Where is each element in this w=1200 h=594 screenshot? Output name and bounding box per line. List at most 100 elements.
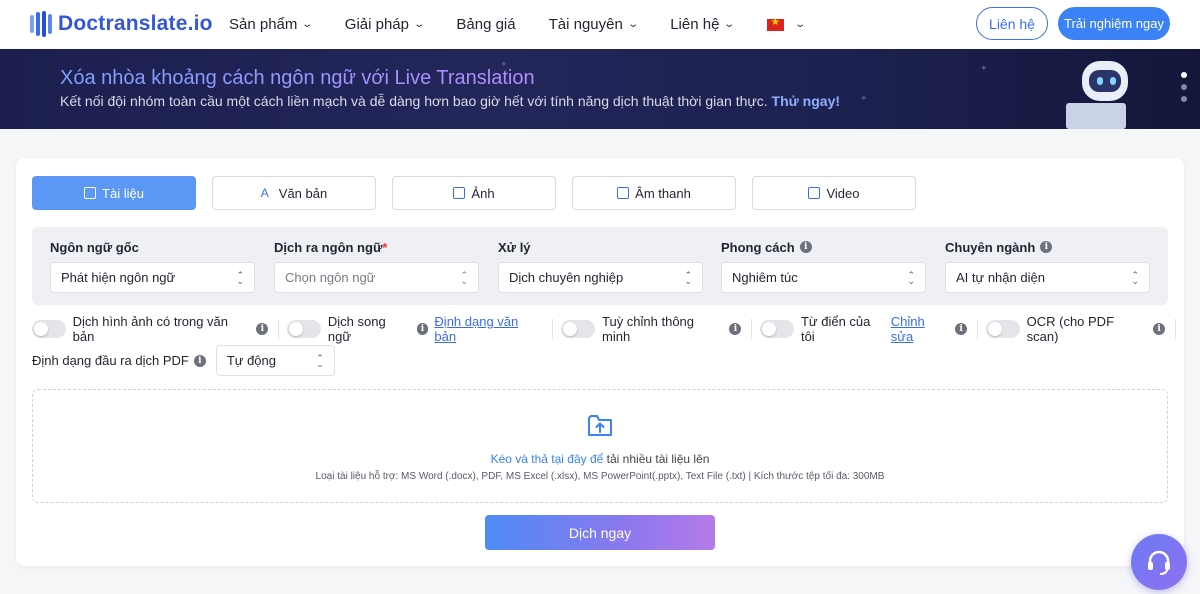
carousel-dot[interactable] — [1181, 96, 1187, 102]
toggle-label-text: Từ điển của tôi — [800, 314, 871, 344]
supported-formats: Loại tài liệu hỗ trợ: MS Word (.docx), P… — [315, 471, 885, 482]
processing-select[interactable]: Dịch chuyên nghiệp ⌃ ⌄ — [498, 262, 703, 293]
chevron-down-icon: ⌄ — [723, 19, 736, 30]
tab-label: Văn bản — [278, 185, 328, 201]
divider — [278, 319, 280, 339]
star-decoration: ✦ — [980, 63, 988, 73]
chevron-down-icon: ⌄ — [794, 19, 806, 30]
updown-chevron-icon: ⌃ ⌄ — [907, 269, 915, 286]
my-dictionary-toggle[interactable] — [760, 320, 794, 338]
logo[interactable]: Doctranslate.io — [30, 11, 213, 37]
logo-text: Doctranslate.io — [58, 12, 213, 35]
robot-illustration — [1060, 57, 1140, 129]
nav-item-products[interactable]: Sản phẩm ⌄ — [229, 16, 314, 33]
nav-item-contact[interactable]: Liên hệ ⌄ — [670, 16, 736, 33]
toggle-label-text: Dịch hình ảnh có trong văn bản — [72, 314, 229, 344]
chevron-down-icon: ⌄ — [627, 19, 639, 30]
updown-chevron-icon: ⌃ ⌄ — [236, 269, 244, 286]
field-label-text: Dịch ra ngôn ngữ — [274, 239, 383, 255]
divider — [1174, 319, 1176, 339]
image-icon — [453, 187, 466, 199]
select-value: Dịch chuyên nghiệp — [509, 270, 624, 285]
toggle-label: Tuỳ chỉnh thông minh i — [602, 314, 742, 344]
divider — [751, 319, 753, 339]
translate-button[interactable]: Dịch ngay — [485, 515, 715, 550]
updown-chevron-icon: ⌃ ⌄ — [460, 269, 468, 286]
updown-chevron-icon: ⌃ ⌄ — [1131, 269, 1139, 286]
field-label-text: Chuyên ngành — [945, 239, 1036, 255]
info-icon[interactable]: i — [256, 323, 269, 335]
dropzone-instruction: Kéo và thả tại đây để tải nhiều tài liệu… — [491, 452, 710, 466]
banner-title: Xóa nhòa khoảng cách ngôn ngữ với Live T… — [60, 67, 535, 89]
format-link[interactable]: Định dạng văn bản — [434, 314, 542, 344]
bilingual-toggle[interactable] — [287, 320, 321, 338]
info-icon[interactable]: i — [1153, 323, 1165, 335]
nav-item-solutions[interactable]: Giải pháp ⌄ — [345, 16, 426, 33]
main-nav: Sản phẩm ⌄ Giải pháp ⌄ Bảng giá Tài nguyên… — [229, 0, 837, 49]
input-type-tabs: Tài liệu A Văn bản Ảnh Âm thanh Video — [32, 176, 916, 210]
toggle-label-text: Dịch song ngữ — [327, 314, 386, 344]
translate-images-toggle[interactable] — [32, 320, 66, 338]
info-icon[interactable]: i — [1040, 241, 1053, 253]
smart-adjust-toggle[interactable] — [561, 320, 595, 338]
updown-chevron-icon: ⌃ ⌄ — [316, 352, 324, 369]
source-language-field: Ngôn ngữ gốc Phát hiện ngôn ngữ ⌃ ⌄ — [50, 239, 255, 293]
dropzone-link[interactable]: Kéo và thả tại đây để — [491, 452, 604, 466]
style-select[interactable]: Nghiêm túc ⌃ ⌄ — [721, 262, 926, 293]
top-navbar: Doctranslate.io Sản phẩm ⌄ Giải pháp ⌄ Bản… — [0, 0, 1200, 49]
banner-subtitle-text: Kết nối đội nhóm toàn cầu một cách liền … — [60, 93, 768, 109]
select-value: AI tự nhận diện — [956, 270, 1045, 285]
folder-upload-icon — [588, 415, 612, 436]
tab-audio[interactable]: Âm thanh — [572, 176, 736, 210]
toggle-label: Từ điển của tôi Chỉnh sửa i — [801, 314, 967, 344]
contact-button[interactable]: Liên hệ — [976, 7, 1048, 40]
required-mark: * — [382, 239, 388, 255]
field-label: Ngôn ngữ gốc — [50, 239, 139, 255]
edit-dictionary-link[interactable]: Chỉnh sửa — [891, 314, 950, 344]
language-switcher[interactable]: ⌄ — [766, 17, 806, 31]
field-label-text: Phong cách — [721, 239, 795, 255]
nav-item-pricing[interactable]: Bảng giá — [456, 16, 515, 33]
try-now-button[interactable]: Trải nghiệm ngay — [1058, 7, 1170, 40]
toggle-label: Dịch song ngữ i Định dạng văn bản — [328, 314, 542, 344]
nav-label: Sản phẩm — [229, 16, 298, 33]
banner-subtitle: Kết nối đội nhóm toàn cầu một cách liền … — [60, 93, 840, 109]
nav-item-resources[interactable]: Tài nguyên ⌄ — [549, 16, 639, 33]
tab-label: Ảnh — [471, 185, 495, 201]
file-dropzone[interactable]: Kéo và thả tại đây để tải nhiều tài liệu… — [32, 389, 1168, 503]
chevron-down-icon: ⌄ — [301, 19, 314, 30]
target-language-select[interactable]: Chọn ngôn ngữ ⌃ ⌄ — [274, 262, 479, 293]
carousel-dot[interactable] — [1181, 84, 1187, 90]
promo-banner[interactable]: ✦ ✦ ✦ Xóa nhòa khoảng cách ngôn ngữ với … — [0, 49, 1200, 129]
divider — [976, 319, 978, 339]
pdf-output-row: Định dạng đầu ra dịch PDF i Tự động ⌃ ⌄ — [32, 345, 335, 376]
toggle-label: OCR (cho PDF scan) i — [1027, 314, 1165, 344]
nav-label: Liên hệ — [670, 16, 720, 33]
dropzone-text: tải nhiều tài liệu lên — [606, 452, 710, 466]
video-icon — [808, 187, 821, 199]
vietnam-flag-icon — [766, 17, 784, 31]
banner-cta-link[interactable]: Thử ngay! — [772, 93, 840, 109]
source-language-select[interactable]: Phát hiện ngôn ngữ ⌃ ⌄ — [50, 262, 255, 293]
ocr-toggle[interactable] — [985, 320, 1020, 338]
chevron-down-icon: ⌄ — [413, 19, 426, 30]
tab-label: Tài liệu — [102, 185, 144, 201]
info-icon[interactable]: i — [799, 241, 812, 253]
field-label: Xử lý — [498, 239, 531, 255]
toggle-label-text: OCR (cho PDF scan) — [1026, 314, 1115, 344]
carousel-dot[interactable] — [1181, 72, 1187, 78]
info-icon[interactable]: i — [193, 354, 206, 367]
translation-settings: Ngôn ngữ gốc Phát hiện ngôn ngữ ⌃ ⌄ Dịch r… — [32, 227, 1168, 305]
info-icon[interactable]: i — [955, 323, 967, 335]
field-label: Dịch ra ngôn ngữ * — [274, 239, 479, 255]
tab-image[interactable]: Ảnh — [392, 176, 556, 210]
support-chat-button[interactable] — [1131, 534, 1187, 590]
domain-select[interactable]: AI tự nhận diện ⌃ ⌄ — [945, 262, 1150, 293]
tab-document[interactable]: Tài liệu — [32, 176, 196, 210]
pdf-output-select[interactable]: Tự động ⌃ ⌄ — [215, 345, 335, 376]
info-icon[interactable]: i — [416, 323, 429, 335]
translate-card: Tài liệu A Văn bản Ảnh Âm thanh Video Ngô… — [16, 158, 1184, 566]
info-icon[interactable]: i — [729, 323, 742, 335]
tab-video[interactable]: Video — [752, 176, 916, 210]
tab-text[interactable]: A Văn bản — [212, 176, 376, 210]
